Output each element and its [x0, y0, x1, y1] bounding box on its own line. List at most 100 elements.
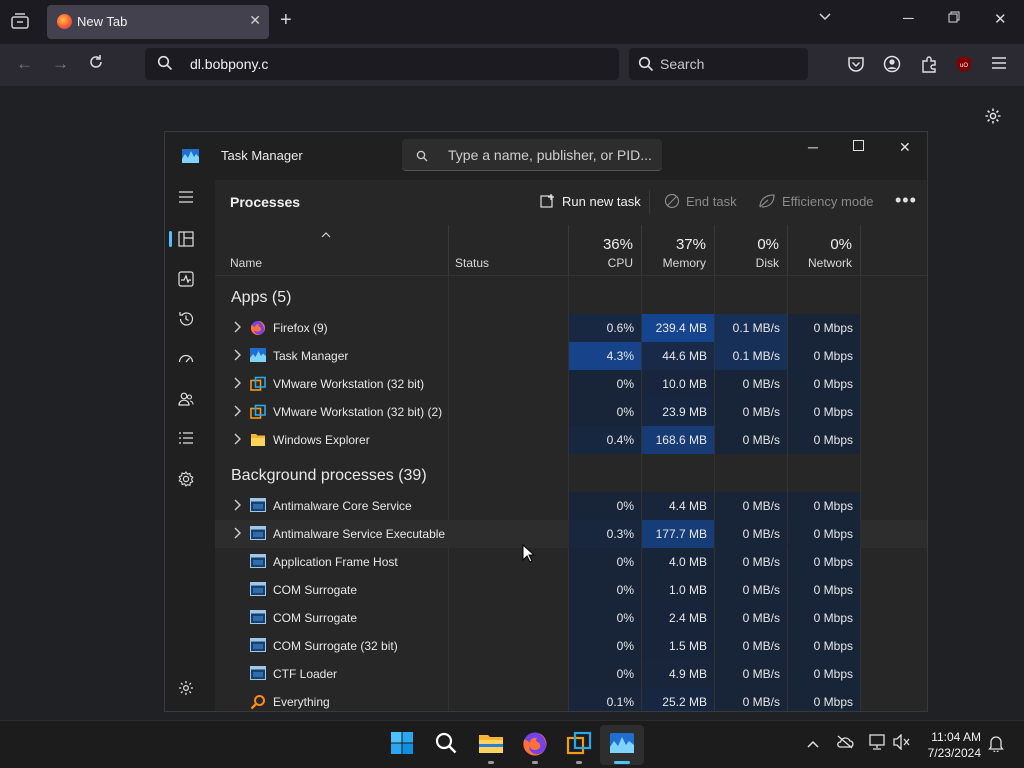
- process-name: Everything: [273, 695, 330, 709]
- task-manager-title: Task Manager: [221, 148, 303, 163]
- users-nav-icon[interactable]: [178, 391, 200, 413]
- browser-tabbar: New Tab ✕ + ─ ✕: [0, 0, 1024, 44]
- tab-list-icon[interactable]: [11, 13, 29, 34]
- process-name: Antimalware Service Executable: [273, 527, 446, 541]
- column-header-status[interactable]: Status: [449, 225, 569, 275]
- column-header-name[interactable]: Name: [215, 225, 449, 275]
- memory-cell: 4.4 MB: [642, 492, 714, 520]
- process-row[interactable]: Everything 0.1% 25.2 MB 0 MB/s 0 Mbps: [215, 688, 927, 711]
- ublock-origin-icon[interactable]: uO: [955, 55, 973, 78]
- column-header-cpu[interactable]: 36% CPU: [569, 225, 642, 275]
- process-row[interactable]: Firefox (9) 0.6% 239.4 MB 0.1 MB/s 0 Mbps: [215, 314, 927, 342]
- service-icon: [250, 498, 266, 514]
- process-row[interactable]: Antimalware Core Service 0% 4.4 MB 0 MB/s 0 …: [215, 492, 927, 520]
- show-hidden-icons-chevron-icon[interactable]: [806, 736, 820, 754]
- performance-nav-icon[interactable]: [178, 271, 200, 293]
- expand-chevron-icon[interactable]: [233, 321, 241, 336]
- run-task-icon: [540, 194, 554, 208]
- reload-icon[interactable]: [88, 54, 104, 75]
- process-row[interactable]: COM Surrogate 0% 2.4 MB 0 MB/s 0 Mbps: [215, 604, 927, 632]
- process-row[interactable]: CTF Loader 0% 4.9 MB 0 MB/s 0 Mbps: [215, 660, 927, 688]
- vmware-icon[interactable]: [566, 731, 592, 757]
- startup-apps-nav-icon[interactable]: [178, 351, 200, 373]
- task-manager-taskbar-button[interactable]: [600, 725, 644, 765]
- volume-muted-icon[interactable]: [893, 733, 911, 755]
- pocket-icon[interactable]: [847, 55, 865, 78]
- onedrive-offline-icon[interactable]: [836, 735, 854, 754]
- settings-gear-icon[interactable]: [178, 680, 200, 702]
- cpu-cell: 0%: [569, 492, 641, 520]
- expand-chevron-icon[interactable]: [233, 499, 241, 514]
- run-new-task-label: Run new task: [562, 194, 641, 209]
- file-explorer-icon[interactable]: [478, 731, 504, 757]
- process-row[interactable]: Windows Explorer 0.4% 168.6 MB 0 MB/s 0 Mbps: [215, 426, 927, 454]
- expand-chevron-icon[interactable]: [233, 433, 241, 448]
- hamburger-menu-icon[interactable]: [178, 190, 200, 212]
- tm-minimize-icon[interactable]: ─: [808, 139, 818, 155]
- process-row[interactable]: COM Surrogate 0% 1.0 MB 0 MB/s 0 Mbps: [215, 576, 927, 604]
- tab-close-icon[interactable]: ✕: [249, 12, 261, 29]
- account-icon[interactable]: [883, 55, 901, 78]
- column-header-network[interactable]: 0% Network: [788, 225, 861, 275]
- background-group-header[interactable]: Background processes (39): [231, 467, 427, 485]
- expand-chevron-icon[interactable]: [233, 527, 241, 542]
- clock-time: 11:04 AM: [931, 730, 981, 744]
- new-tab-plus-icon[interactable]: +: [280, 9, 292, 32]
- process-row[interactable]: COM Surrogate (32 bit) 0% 1.5 MB 0 MB/s 0 Mb…: [215, 632, 927, 660]
- efficiency-mode-button[interactable]: Efficiency mode: [758, 193, 874, 209]
- tm-close-icon[interactable]: ✕: [899, 139, 911, 156]
- process-search-input[interactable]: Type a name, publisher, or PID...: [402, 139, 662, 171]
- tab-title: New Tab: [77, 14, 128, 29]
- system-clock[interactable]: 11:04 AM 7/23/2024: [928, 729, 981, 761]
- app-history-nav-icon[interactable]: [178, 311, 200, 333]
- process-row[interactable]: Antimalware Service Executable 0.3% 177.7 …: [215, 520, 927, 548]
- search-icon: [157, 55, 173, 76]
- restore-icon[interactable]: [948, 10, 960, 27]
- process-name: VMware Workstation (32 bit) (2): [273, 405, 443, 419]
- network-cell: 0 Mbps: [788, 342, 860, 370]
- browser-tab-new-tab[interactable]: New Tab ✕: [47, 5, 269, 39]
- expand-chevron-icon[interactable]: [233, 377, 241, 392]
- start-windows-icon[interactable]: [390, 731, 416, 757]
- process-name: CTF Loader: [273, 667, 338, 681]
- run-new-task-button[interactable]: Run new task: [540, 193, 641, 209]
- disk-cell: 0 MB/s: [715, 688, 787, 711]
- process-name: Application Frame Host: [273, 555, 398, 569]
- tm-maximize-icon[interactable]: [853, 138, 864, 154]
- expand-chevron-icon[interactable]: [233, 349, 241, 364]
- process-row[interactable]: Application Frame Host 0% 4.0 MB 0 MB/s 0 Mb…: [215, 548, 927, 576]
- notification-bell-icon[interactable]: [988, 734, 1004, 757]
- close-window-icon[interactable]: ✕: [994, 10, 1007, 28]
- memory-cell: 1.5 MB: [642, 632, 714, 660]
- process-row[interactable]: VMware Workstation (32 bit) (2) 0% 23.9 MB…: [215, 398, 927, 426]
- process-row[interactable]: Task Manager 4.3% 44.6 MB 0.1 MB/s 0 Mbps: [215, 342, 927, 370]
- network-cell: 0 Mbps: [788, 576, 860, 604]
- column-header-memory[interactable]: 37% Memory: [642, 225, 715, 275]
- memory-cell: 4.0 MB: [642, 548, 714, 576]
- search-icon[interactable]: [434, 731, 460, 757]
- network-cell: 0 Mbps: [788, 370, 860, 398]
- expand-chevron-icon[interactable]: [233, 405, 241, 420]
- apps-group-header[interactable]: Apps (5): [231, 289, 291, 307]
- firefox-icon: [250, 320, 266, 336]
- forward-arrow-icon[interactable]: →: [52, 54, 69, 74]
- back-arrow-icon[interactable]: ←: [16, 54, 33, 74]
- network-ethernet-icon[interactable]: [868, 734, 886, 755]
- memory-cell: 177.7 MB: [642, 520, 714, 548]
- firefox-icon[interactable]: [522, 731, 548, 757]
- services-nav-icon[interactable]: [178, 471, 200, 493]
- end-task-button[interactable]: End task: [664, 193, 737, 209]
- process-name: Windows Explorer: [273, 433, 370, 447]
- processes-nav-icon[interactable]: [178, 231, 200, 253]
- minimize-icon[interactable]: ─: [903, 10, 914, 27]
- menu-hamburger-icon[interactable]: [991, 55, 1007, 76]
- details-nav-icon[interactable]: [178, 431, 200, 453]
- tab-overflow-chevron-icon[interactable]: [818, 10, 832, 28]
- column-header-disk[interactable]: 0% Disk: [715, 225, 788, 275]
- page-settings-gear-icon[interactable]: [984, 107, 1002, 130]
- search-field[interactable]: Search: [629, 48, 808, 80]
- more-options-icon[interactable]: •••: [895, 190, 917, 211]
- process-row[interactable]: VMware Workstation (32 bit) 0% 10.0 MB 0 MB…: [215, 370, 927, 398]
- extensions-icon[interactable]: [920, 55, 938, 78]
- address-bar[interactable]: dl.bobpony.c: [145, 48, 619, 80]
